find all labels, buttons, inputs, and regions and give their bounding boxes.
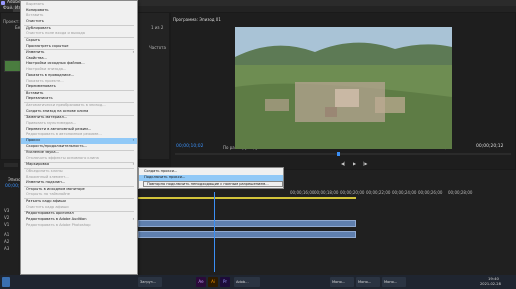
duration-timecode: 00;00;20;12	[476, 144, 504, 149]
track-a1[interactable]: A1	[4, 232, 9, 237]
ruler-tick-3: 00;00;22;00	[366, 190, 391, 195]
menu-item[interactable]: Отключить эффекты основного клипа	[21, 156, 137, 162]
task-adobe[interactable]: Adob...	[234, 277, 260, 287]
task-window-3[interactable]: Моно...	[382, 277, 406, 287]
submenu-attach-proxy[interactable]: Подключить прокси...	[139, 175, 283, 181]
start-icon[interactable]	[2, 277, 10, 287]
monitor-title: Программа: Эпизод 01	[173, 17, 221, 22]
project-toolbar	[4, 163, 18, 167]
step-back-icon[interactable]: ◀|	[341, 161, 345, 166]
menu-item[interactable]: Скорость/продолжительность...	[21, 144, 137, 150]
item-count: 1 из 2	[151, 25, 164, 30]
task-window-2[interactable]: Моно...	[356, 277, 380, 287]
task-illustrator[interactable]: Ai	[208, 277, 218, 287]
clock-date[interactable]: 2021-02-28	[480, 282, 501, 286]
column-header: Частота	[149, 45, 166, 50]
step-forward-icon[interactable]: |▶	[363, 161, 367, 166]
ruler-tick-5: 00;00;26;00	[418, 190, 443, 195]
transport-controls: ◀| ▶ |▶	[319, 161, 409, 169]
task-downloads[interactable]: Загруз...	[138, 277, 162, 287]
track-v3[interactable]: V3	[4, 208, 9, 213]
playhead[interactable]	[337, 152, 340, 156]
submenu-arrow-icon: ›	[132, 162, 134, 167]
video-frame	[235, 27, 452, 149]
menu-item[interactable]: Изменить подклип...	[21, 180, 137, 186]
video-clip[interactable]	[138, 220, 356, 227]
monitor-timecode[interactable]: 00;00;10;02	[176, 144, 203, 149]
timeline-playhead-line[interactable]	[214, 192, 215, 272]
clock-time[interactable]: 19:40	[488, 276, 499, 281]
menu-item[interactable]: Создать эпизод на основе клипа	[21, 109, 137, 115]
menu-item[interactable]: Просмотреть скрытые	[21, 44, 137, 50]
taskbar: Загруз... Ae Ai Pr Adob... Моно... Моно.…	[0, 275, 516, 289]
audio-clip[interactable]	[138, 231, 356, 238]
edit-menu-dropdown: Вырезать Копировать Вставить Очистить Дублир…	[20, 0, 138, 275]
ruler-tick-1: 00;00;18;00	[314, 190, 339, 195]
ruler-tick-6: 00;00;28;00	[448, 190, 473, 195]
menu-item[interactable]: Открыть на таймлайне	[21, 192, 137, 198]
premiere-app-icon	[1, 1, 5, 5]
play-icon[interactable]: ▶	[353, 161, 356, 166]
aerial-town-image	[235, 27, 452, 149]
menu-item[interactable]: Очистить кадр афиши	[21, 205, 137, 211]
ruler-tick-4: 00;00;24;00	[392, 190, 417, 195]
submenu-create-proxy[interactable]: Создать прокси...	[139, 169, 283, 175]
menu-item[interactable]: Перезаписать	[21, 96, 137, 102]
submenu-tooltip: Повторно подключить неподходящие с полны…	[143, 181, 283, 187]
task-after-effects[interactable]: Ae	[196, 277, 206, 287]
track-a2[interactable]: A2	[4, 239, 9, 244]
track-v2[interactable]: V2	[4, 215, 9, 220]
menu-item[interactable]: Маркировка	[21, 162, 137, 168]
task-window-1[interactable]: Моно...	[330, 277, 354, 287]
ruler-tick-0: 00;00;16;00	[290, 190, 315, 195]
menu-item[interactable]: Переименовать	[21, 84, 137, 90]
menu-item[interactable]: Очистить поле входа и выхода	[21, 31, 137, 37]
menu-item[interactable]: Очистить	[21, 19, 137, 25]
menu-item[interactable]: Редактировать в Adobe Photoshop	[21, 223, 137, 229]
track-a3[interactable]: A3	[4, 246, 9, 251]
work-area-bar[interactable]	[138, 197, 356, 199]
track-v1[interactable]: V1	[4, 222, 9, 227]
ruler-tick-2: 00;00;20;00	[340, 190, 365, 195]
task-premiere[interactable]: Pr	[220, 277, 230, 287]
playback-scrubber[interactable]	[175, 153, 511, 155]
